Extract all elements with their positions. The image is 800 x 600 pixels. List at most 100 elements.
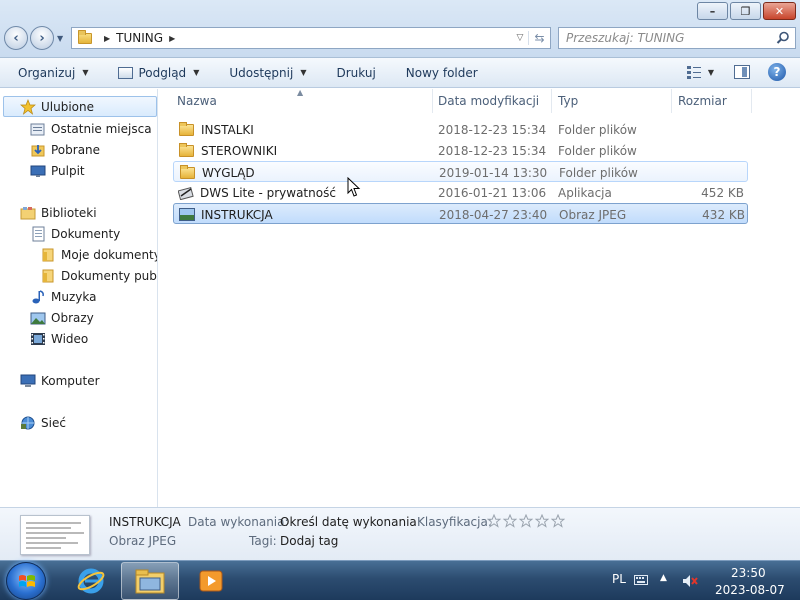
start-button[interactable] bbox=[6, 562, 46, 600]
sidebar-item-videos[interactable]: Wideo bbox=[30, 328, 88, 349]
file-list: ▲ Nazwa Data modyfikacji Typ Rozmiar INS… bbox=[159, 88, 800, 507]
sidebar-item-pictures[interactable]: Obrazy bbox=[30, 307, 94, 328]
preview-button[interactable]: Podgląd ▼ bbox=[118, 66, 199, 80]
star-outline-icon[interactable] bbox=[503, 514, 517, 528]
taskbar: PL ▲ 23:50 2023-08-07 bbox=[0, 560, 800, 600]
star-outline-icon[interactable] bbox=[487, 514, 501, 528]
folder-icon bbox=[78, 29, 92, 44]
command-bar: Organizuj ▼ Podgląd ▼ Udostępnij ▼ Drukuj N… bbox=[0, 58, 800, 88]
search-icon[interactable] bbox=[776, 31, 790, 45]
sidebar-item-recent[interactable]: Ostatnie miejsca bbox=[30, 118, 152, 139]
address-dropdown-icon[interactable]: ▽ bbox=[512, 33, 528, 43]
breadcrumb-arrow-icon[interactable]: ▶ bbox=[104, 34, 110, 43]
file-date: 2019-01-14 13:30 bbox=[439, 165, 548, 180]
sidebar-item-favorites[interactable]: Ulubione bbox=[3, 96, 157, 117]
sidebar-item-label: Moje dokumenty bbox=[61, 247, 158, 262]
share-button[interactable]: Udostępnij ▼ bbox=[229, 66, 306, 80]
file-name: DWS Lite - prywatność bbox=[200, 185, 336, 200]
clock-time[interactable]: 23:50 bbox=[731, 566, 766, 580]
pictures-icon bbox=[30, 312, 46, 324]
column-header-label: Data modyfikacji bbox=[438, 94, 540, 108]
file-date: 2016-01-21 13:06 bbox=[438, 185, 547, 200]
star-outline-icon[interactable] bbox=[535, 514, 549, 528]
minimize-button[interactable]: – bbox=[697, 2, 728, 20]
preview-pane-icon[interactable] bbox=[734, 65, 750, 79]
sidebar-item-label: Biblioteki bbox=[41, 205, 97, 220]
back-button[interactable]: ‹ bbox=[4, 26, 28, 50]
file-name: WYGLĄD bbox=[202, 165, 255, 180]
column-header-type[interactable]: Typ bbox=[552, 89, 672, 113]
view-controls: ▼ ? bbox=[686, 63, 786, 81]
file-type: Folder plików bbox=[558, 143, 637, 158]
file-name: INSTRUKCJA bbox=[201, 207, 273, 222]
print-button[interactable]: Drukuj bbox=[336, 66, 375, 80]
folder-icon bbox=[42, 269, 54, 282]
details-date-value[interactable]: Określ datę wykonania bbox=[280, 515, 417, 529]
taskbar-internet-explorer[interactable] bbox=[62, 562, 120, 600]
file-row[interactable]: WYGLĄD 2019-01-14 13:30 Folder plików bbox=[173, 161, 748, 182]
refresh-icon[interactable]: ⇆ bbox=[528, 31, 550, 45]
file-type: Folder plików bbox=[559, 165, 638, 180]
column-header-date[interactable]: Data modyfikacji bbox=[432, 89, 552, 113]
organize-button[interactable]: Organizuj ▼ bbox=[18, 66, 88, 80]
sidebar-item-computer[interactable]: Komputer bbox=[20, 370, 100, 391]
star-outline-icon[interactable] bbox=[519, 514, 533, 528]
recent-pages-dropdown[interactable]: ▼ bbox=[57, 34, 63, 43]
application-icon bbox=[178, 186, 194, 200]
sidebar-item-desktop[interactable]: Pulpit bbox=[30, 160, 85, 181]
details-tags-value[interactable]: Dodaj tag bbox=[280, 534, 338, 548]
preview-label: Podgląd bbox=[138, 65, 187, 80]
sidebar-item-public-documents[interactable]: Dokumenty public bbox=[40, 265, 157, 286]
column-headers: ▲ Nazwa Data modyfikacji Typ Rozmiar bbox=[159, 88, 800, 113]
chevron-down-icon: ▼ bbox=[82, 68, 89, 77]
keyboard-icon[interactable] bbox=[634, 575, 648, 585]
file-row[interactable]: INSTRUKCJA 2018-04-27 23:40 Obraz JPEG 4… bbox=[173, 203, 748, 224]
taskbar-media-player[interactable] bbox=[182, 562, 240, 600]
help-icon[interactable]: ? bbox=[768, 63, 786, 81]
mouse-cursor-icon bbox=[347, 177, 361, 197]
file-name-cell: INSTRUKCJA bbox=[174, 204, 436, 225]
file-name: INSTALKI bbox=[201, 122, 254, 137]
close-button[interactable]: ✕ bbox=[763, 2, 796, 20]
view-dropdown-icon[interactable]: ▼ bbox=[708, 68, 714, 77]
sidebar-item-network[interactable]: Sieć bbox=[20, 412, 66, 433]
title-bar: – ❐ ✕ ‹ › ▼ ▶ TUNING ▶ ▽ ⇆ Przeszukaj: T… bbox=[0, 0, 800, 58]
sidebar-item-libraries[interactable]: Biblioteki bbox=[20, 202, 97, 223]
file-row[interactable]: DWS Lite - prywatność 2016-01-21 13:06 A… bbox=[173, 182, 748, 203]
language-indicator[interactable]: PL bbox=[612, 572, 626, 586]
sidebar-item-downloads[interactable]: Pobrane bbox=[30, 139, 100, 160]
column-header-name[interactable]: Nazwa bbox=[171, 89, 433, 113]
forward-arrow-icon: › bbox=[39, 30, 45, 46]
search-input[interactable]: Przeszukaj: TUNING bbox=[558, 27, 796, 49]
clock-date[interactable]: 2023-08-07 bbox=[715, 583, 785, 597]
sidebar-item-documents[interactable]: Dokumenty bbox=[30, 223, 120, 244]
internet-explorer-icon bbox=[77, 568, 105, 594]
file-row[interactable]: STEROWNIKI 2018-12-23 15:34 Folder plikó… bbox=[173, 140, 748, 161]
file-row[interactable]: INSTALKI 2018-12-23 15:34 Folder plików bbox=[173, 119, 748, 140]
file-explorer-icon bbox=[135, 569, 165, 594]
windows-logo-icon bbox=[19, 575, 35, 587]
maximize-button[interactable]: ❐ bbox=[730, 2, 761, 20]
file-date: 2018-12-23 15:34 bbox=[438, 122, 547, 137]
file-name-cell: INSTALKI bbox=[173, 119, 435, 140]
taskbar-file-explorer[interactable] bbox=[121, 562, 179, 600]
view-options-icon[interactable] bbox=[686, 65, 702, 79]
downloads-icon bbox=[31, 144, 45, 156]
address-bar[interactable]: ▶ TUNING ▶ ▽ ⇆ bbox=[71, 27, 551, 49]
rating-stars[interactable] bbox=[487, 514, 567, 528]
sidebar-item-music[interactable]: Muzyka bbox=[30, 286, 96, 307]
forward-button[interactable]: › bbox=[30, 26, 54, 50]
folder-icon bbox=[179, 121, 194, 136]
music-note-icon bbox=[32, 289, 44, 303]
new-folder-button[interactable]: Nowy folder bbox=[406, 66, 478, 80]
volume-muted-icon[interactable] bbox=[682, 573, 698, 589]
star-outline-icon[interactable] bbox=[551, 514, 565, 528]
sidebar-item-my-documents[interactable]: Moje dokumenty bbox=[40, 244, 158, 265]
video-icon bbox=[31, 332, 45, 345]
show-hidden-icons-icon[interactable]: ▲ bbox=[660, 573, 667, 583]
computer-icon bbox=[20, 374, 36, 387]
breadcrumb-arrow-icon[interactable]: ▶ bbox=[169, 34, 175, 43]
sidebar-item-label: Muzyka bbox=[51, 289, 97, 304]
column-header-size[interactable]: Rozmiar bbox=[672, 89, 752, 113]
breadcrumb-item[interactable]: TUNING bbox=[116, 31, 163, 45]
